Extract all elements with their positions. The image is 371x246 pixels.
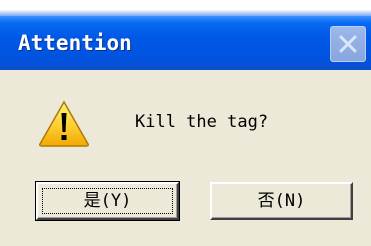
close-button[interactable] bbox=[330, 26, 366, 62]
yes-button-label: 是(Y) bbox=[83, 191, 132, 211]
dialog-title: Attention bbox=[18, 31, 132, 55]
dialog-message: Kill the tag? bbox=[135, 112, 269, 132]
attention-dialog: Attention Kill the tag? 是(Y) 否(N) bbox=[0, 0, 371, 246]
no-button[interactable]: 否(N) bbox=[210, 182, 353, 220]
window-top-edge bbox=[0, 0, 371, 16]
no-button-label: 否(N) bbox=[257, 191, 306, 211]
warning-icon bbox=[39, 100, 89, 147]
close-icon bbox=[339, 35, 357, 53]
yes-button[interactable]: 是(Y) bbox=[35, 181, 180, 221]
